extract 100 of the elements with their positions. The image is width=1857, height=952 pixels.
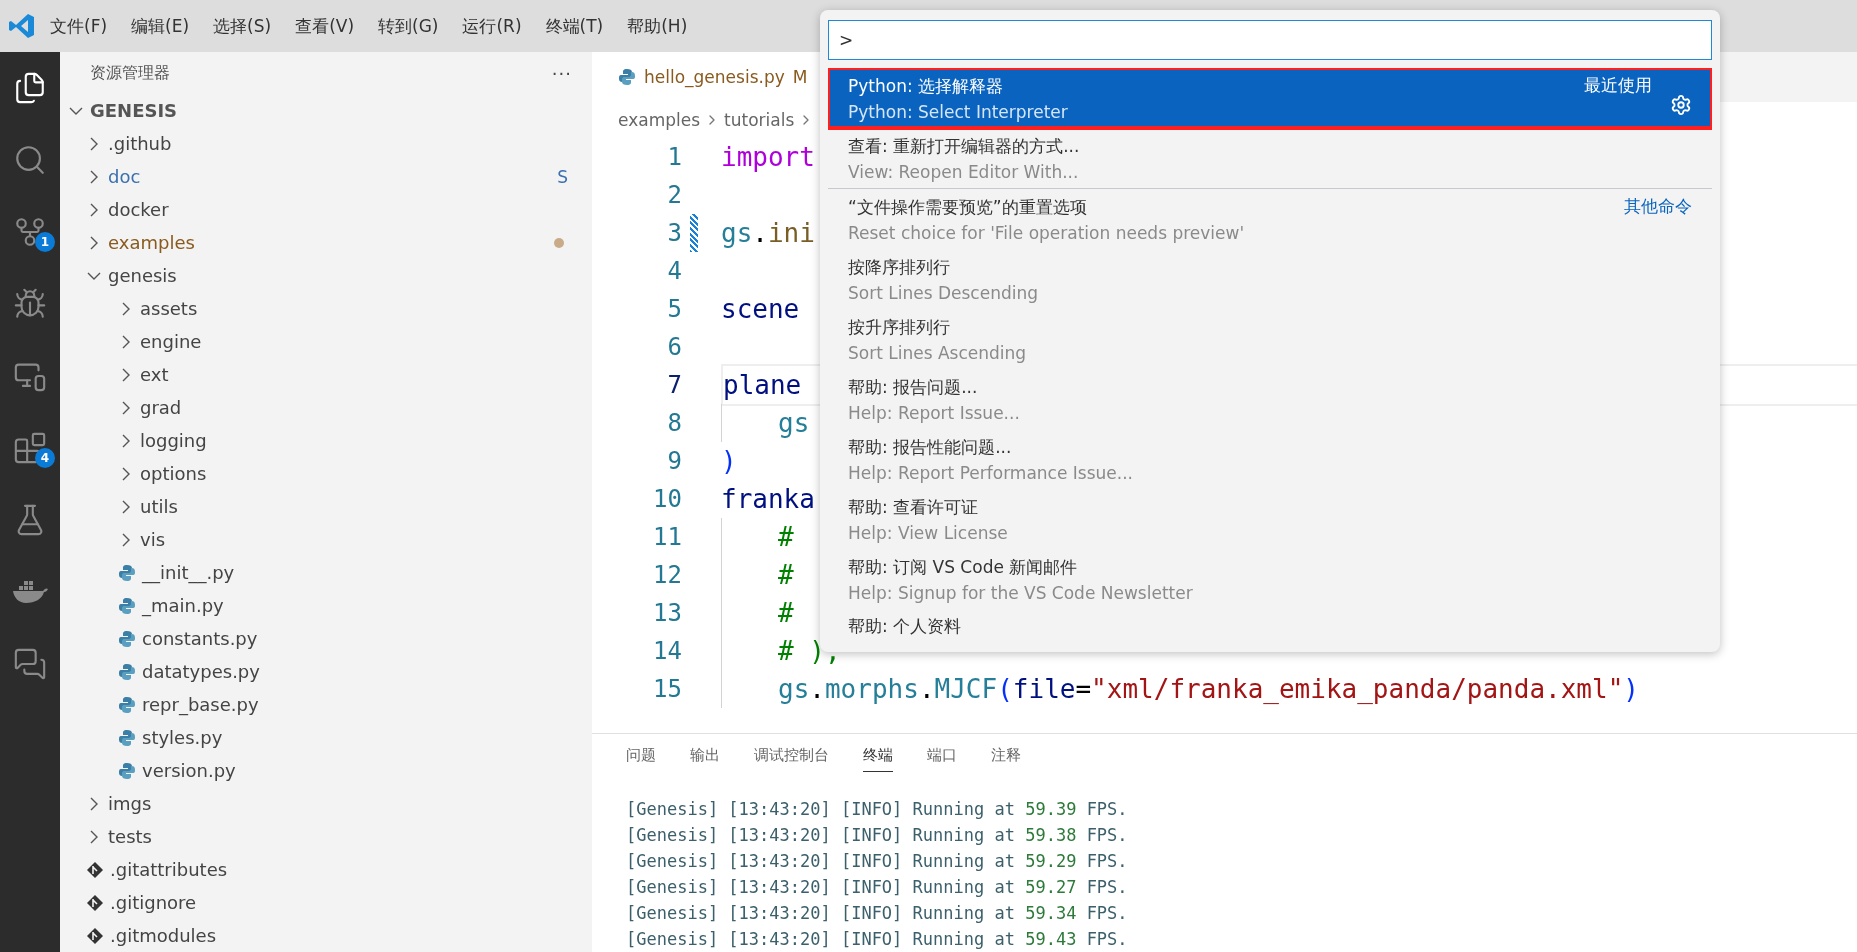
chevron-right-icon bbox=[122, 367, 130, 382]
tree-item[interactable]: vis bbox=[60, 523, 592, 556]
command-item[interactable]: 按降序排列行 Sort Lines Descending bbox=[828, 249, 1712, 309]
line-number: 6 bbox=[666, 333, 682, 361]
python-file-icon bbox=[118, 761, 136, 780]
file-name: assets bbox=[140, 298, 198, 319]
python-file-icon bbox=[118, 629, 136, 648]
file-name: tests bbox=[108, 826, 152, 847]
tree-item[interactable]: __init__.py bbox=[60, 556, 592, 589]
tree-item[interactable]: examples bbox=[60, 226, 592, 259]
tree-item[interactable]: logging bbox=[60, 424, 592, 457]
files-icon bbox=[13, 71, 47, 105]
panel-tab[interactable]: 终端 bbox=[863, 740, 893, 772]
tree-item[interactable]: grad bbox=[60, 391, 592, 424]
tree-item[interactable]: datatypes.py bbox=[60, 655, 592, 688]
tree-item[interactable]: .gitattributes bbox=[60, 853, 592, 886]
file-name: repr_base.py bbox=[142, 694, 259, 715]
chevron-right-icon bbox=[90, 829, 98, 844]
more-actions-button[interactable]: ··· bbox=[551, 62, 572, 84]
tree-item[interactable]: .gitmodules bbox=[60, 919, 592, 952]
breadcrumb[interactable]: tutorials bbox=[724, 110, 795, 130]
line-number: 7 bbox=[666, 371, 682, 399]
file-name: ext bbox=[140, 364, 169, 385]
menu-item[interactable]: 查看(V) bbox=[285, 10, 365, 42]
tree-item[interactable]: options bbox=[60, 457, 592, 490]
tree-item[interactable]: genesis bbox=[60, 259, 592, 292]
tree-item[interactable]: imgs bbox=[60, 787, 592, 820]
menu-item[interactable]: 文件(F) bbox=[40, 10, 118, 42]
menu-item[interactable]: 编辑(E) bbox=[121, 10, 200, 42]
command-item[interactable]: “文件操作需要预览”的重置选项 Reset choice for 'File operation needs preview' 其他命令 bbox=[828, 189, 1712, 249]
tree-item[interactable]: assets bbox=[60, 292, 592, 325]
count-badge: 4 bbox=[35, 448, 55, 468]
command-item[interactable]: 帮助: 查看许可证 Help: View License bbox=[828, 489, 1712, 549]
chevron-right-icon bbox=[90, 235, 98, 250]
file-name: imgs bbox=[108, 793, 152, 814]
group-label: 最近使用 bbox=[1584, 74, 1652, 97]
tree-item[interactable]: ext bbox=[60, 358, 592, 391]
menu-item[interactable]: 转到(G) bbox=[368, 10, 449, 42]
chat-icon bbox=[13, 647, 47, 681]
tree-item[interactable]: .github bbox=[60, 127, 592, 160]
panel-tab[interactable]: 端口 bbox=[927, 740, 957, 772]
bug-icon bbox=[13, 287, 47, 321]
command-item[interactable]: 按升序排列行 Sort Lines Ascending bbox=[828, 309, 1712, 369]
python-file-icon bbox=[118, 563, 136, 582]
menu-item[interactable]: 运行(R) bbox=[452, 10, 532, 42]
python-file-icon bbox=[118, 662, 136, 681]
group-label: 其他命令 bbox=[1624, 195, 1692, 218]
command-item[interactable]: 帮助: 订阅 VS Code 新闻邮件 Help: Signup for the VS Code Newsletter bbox=[828, 549, 1712, 609]
search-icon bbox=[13, 143, 47, 177]
code-text: scene bbox=[721, 294, 800, 324]
file-name: doc bbox=[108, 166, 141, 187]
file-name: .github bbox=[108, 133, 172, 154]
menu-item[interactable]: 选择(S) bbox=[203, 10, 282, 42]
tree-item[interactable]: .gitignore bbox=[60, 886, 592, 919]
tree-item[interactable]: _main.py bbox=[60, 589, 592, 622]
tree-item[interactable]: constants.py bbox=[60, 622, 592, 655]
command-item[interactable]: 帮助: 报告问题... Help: Report Issue... bbox=[828, 369, 1712, 429]
panel-tab[interactable]: 问题 bbox=[626, 740, 656, 772]
file-name: examples bbox=[108, 232, 195, 253]
terminal-line: [Genesis] [13:43:20] [INFO] Running at 59.27 FPS. bbox=[626, 876, 1129, 899]
tree-item[interactable]: styles.py bbox=[60, 721, 592, 754]
tree-item[interactable]: GENESIS bbox=[60, 94, 592, 127]
tree-item[interactable]: docker bbox=[60, 193, 592, 226]
line-number: 14 bbox=[652, 637, 682, 665]
chevron-right-icon bbox=[90, 169, 98, 184]
tree-item[interactable]: repr_base.py bbox=[60, 688, 592, 721]
code-text: # bbox=[778, 522, 794, 552]
code-text: ) bbox=[721, 446, 737, 476]
menu-item[interactable]: 帮助(H) bbox=[617, 10, 698, 42]
tree-item[interactable]: tests bbox=[60, 820, 592, 853]
settings-icon[interactable] bbox=[1670, 94, 1692, 116]
code-text: plane bbox=[723, 370, 802, 400]
menu-item[interactable]: 终端(T) bbox=[535, 10, 614, 42]
line-number: 11 bbox=[652, 523, 682, 551]
tree-item[interactable]: doc S bbox=[60, 160, 592, 193]
command-item[interactable]: 查看: 重新打开编辑器的方式... View: Reopen Editor With... bbox=[828, 128, 1712, 188]
panel-tab[interactable]: 调试控制台 bbox=[754, 740, 829, 772]
diamond-file-icon bbox=[86, 893, 104, 912]
file-name: .gitmodules bbox=[110, 925, 217, 946]
command-input[interactable]: > bbox=[828, 20, 1712, 60]
python-file-icon bbox=[118, 695, 136, 714]
chevron-right-icon bbox=[90, 796, 98, 811]
file-name: datatypes.py bbox=[142, 661, 260, 682]
breadcrumb[interactable]: examples bbox=[618, 110, 701, 130]
tree-item[interactable]: engine bbox=[60, 325, 592, 358]
command-item[interactable]: Python: 选择解释器 Python: Select Interpreter 最近使用 bbox=[828, 68, 1712, 128]
tree-item[interactable]: utils bbox=[60, 490, 592, 523]
chevron-right-icon bbox=[90, 202, 98, 217]
line-number: 3 bbox=[666, 219, 682, 247]
code-text: gs.ini bbox=[721, 218, 815, 248]
file-name: utils bbox=[140, 496, 178, 517]
python-file-icon bbox=[618, 68, 636, 86]
terminal-line: [Genesis] [13:43:20] [INFO] Running at 59.43 FPS. bbox=[626, 928, 1129, 951]
chevron-right-icon bbox=[122, 433, 130, 448]
panel-tab[interactable]: 注释 bbox=[991, 740, 1021, 772]
tree-item[interactable]: version.py bbox=[60, 754, 592, 787]
file-name: genesis bbox=[108, 265, 177, 286]
panel-tab[interactable]: 输出 bbox=[690, 740, 720, 772]
line-number: 8 bbox=[666, 409, 682, 437]
command-item[interactable]: 帮助: 报告性能问题... Help: Report Performance Issue... bbox=[828, 429, 1712, 489]
